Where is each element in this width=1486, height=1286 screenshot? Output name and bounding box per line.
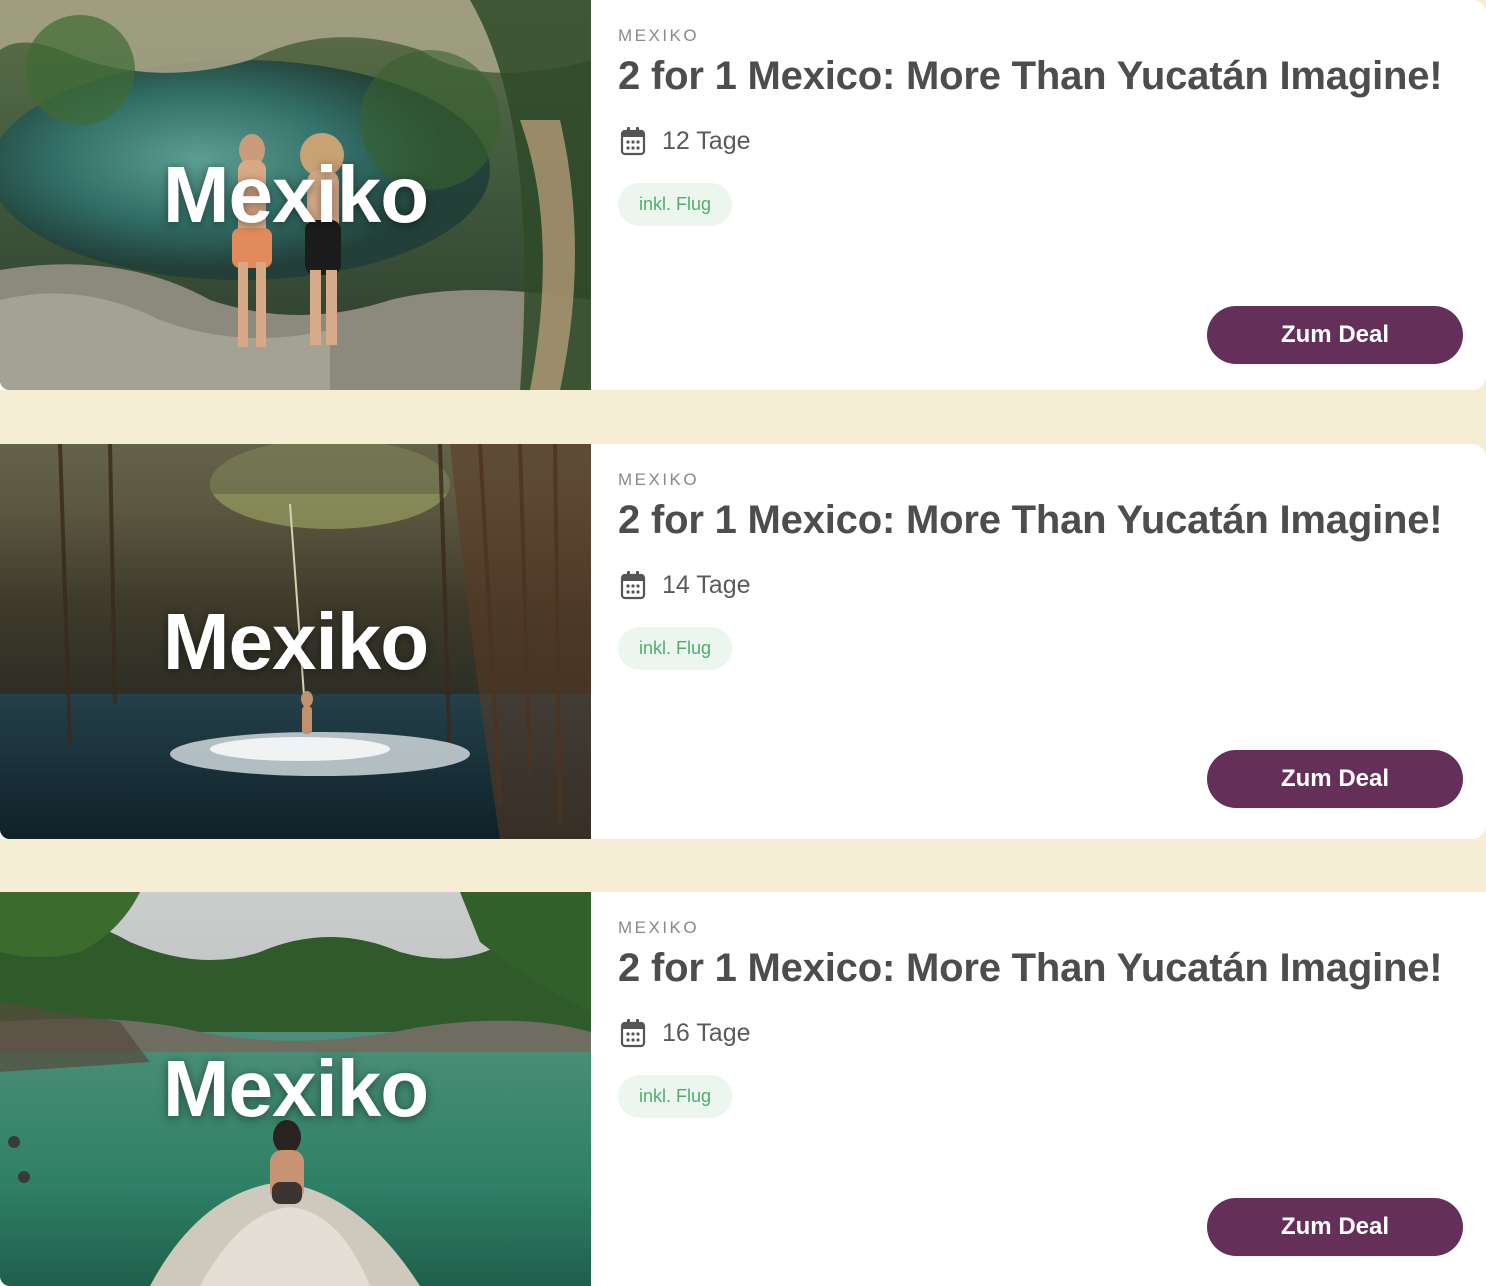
deal-duration: 12 Tage bbox=[620, 124, 751, 158]
deal-title[interactable]: 2 for 1 Mexico: More Than Yucatán Imagin… bbox=[618, 946, 1443, 991]
deal-body: MEXIKO 2 for 1 Mexico: More Than Yucatán… bbox=[618, 892, 1486, 1286]
deal-card[interactable]: Mexiko MEXIKO 2 for 1 Mexico: More Than … bbox=[0, 0, 1486, 390]
deal-card[interactable]: Mexiko MEXIKO 2 for 1 Mexico: More Than … bbox=[0, 892, 1486, 1286]
deal-title[interactable]: 2 for 1 Mexico: More Than Yucatán Imagin… bbox=[618, 498, 1443, 543]
deal-duration: 14 Tage bbox=[620, 568, 751, 602]
zum-deal-button[interactable]: Zum Deal bbox=[1207, 306, 1463, 364]
deal-country: MEXIKO bbox=[618, 918, 700, 937]
image-destination-label: Mexiko bbox=[162, 596, 429, 686]
zum-deal-button[interactable]: Zum Deal bbox=[1207, 1198, 1463, 1256]
deal-duration: 16 Tage bbox=[620, 1016, 751, 1050]
flight-included-badge: inkl. Flug bbox=[618, 627, 733, 670]
deal-image[interactable]: Mexiko bbox=[0, 444, 591, 839]
duration-text: 16 Tage bbox=[662, 1018, 751, 1047]
deal-image[interactable]: Mexiko bbox=[0, 892, 591, 1286]
flight-included-badge: inkl. Flug bbox=[618, 183, 733, 226]
calendar-icon bbox=[620, 127, 646, 156]
deal-list: Mexiko MEXIKO 2 for 1 Mexico: More Than … bbox=[0, 0, 1486, 1286]
zum-deal-button[interactable]: Zum Deal bbox=[1207, 750, 1463, 808]
calendar-icon bbox=[620, 571, 646, 600]
deal-image[interactable]: Mexiko bbox=[0, 0, 591, 390]
calendar-icon bbox=[620, 1019, 646, 1048]
duration-text: 14 Tage bbox=[662, 570, 751, 599]
deal-body: MEXIKO 2 for 1 Mexico: More Than Yucatán… bbox=[618, 444, 1486, 839]
deal-body: MEXIKO 2 for 1 Mexico: More Than Yucatán… bbox=[618, 0, 1486, 390]
deal-title[interactable]: 2 for 1 Mexico: More Than Yucatán Imagin… bbox=[618, 54, 1443, 99]
deal-country: MEXIKO bbox=[618, 470, 700, 489]
duration-text: 12 Tage bbox=[662, 126, 751, 155]
deal-card[interactable]: Mexiko MEXIKO 2 for 1 Mexico: More Than … bbox=[0, 444, 1486, 839]
flight-included-badge: inkl. Flug bbox=[618, 1075, 733, 1118]
deal-country: MEXIKO bbox=[618, 26, 700, 45]
image-destination-label: Mexiko bbox=[162, 150, 429, 239]
image-destination-label: Mexiko bbox=[162, 1044, 429, 1133]
